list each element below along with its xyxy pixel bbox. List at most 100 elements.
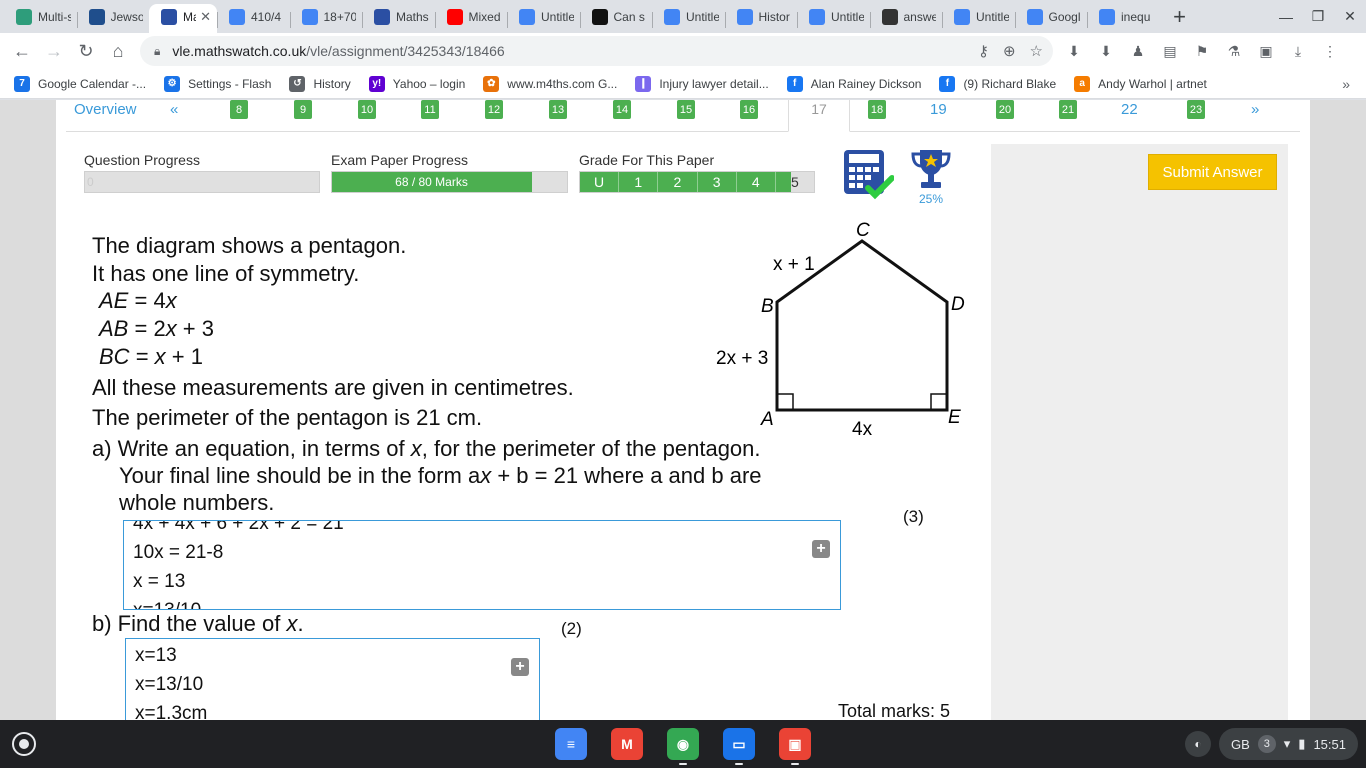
bookmark-item[interactable]: ⚙ Settings - Flash <box>164 75 271 92</box>
bookmark-icon: ❙ <box>635 75 652 92</box>
grade-3: 3 <box>697 172 737 192</box>
question-nav-8[interactable]: 8 <box>230 100 248 119</box>
calculator-icon[interactable] <box>842 148 894 200</box>
browser-tab[interactable]: Ma ✕ <box>149 4 217 33</box>
download-icon[interactable]: ⬇ <box>1094 39 1118 63</box>
question-nav-13[interactable]: 13 <box>549 100 567 119</box>
browser-tab[interactable]: Can s <box>579 4 653 33</box>
bookmark-item[interactable]: f (9) Richard Blake <box>939 75 1056 92</box>
key-icon[interactable]: ⚷ <box>978 42 989 60</box>
prev-link[interactable]: « <box>170 100 178 119</box>
bookmark-item[interactable]: y! Yahoo – login <box>368 75 465 92</box>
bookmark-item[interactable]: a Andy Warhol | artnet <box>1074 75 1207 92</box>
answer-a-field[interactable]: 4x + 4x + 6 + 2x + 2 = 21 10x = 21-8 x = 1… <box>123 520 841 610</box>
browser-tab[interactable]: inequ <box>1087 4 1160 33</box>
browser-tab[interactable]: Untitle <box>942 4 1015 33</box>
tab-title: Can s <box>613 9 645 24</box>
flask-icon[interactable]: ⚗ <box>1222 39 1246 63</box>
ab-value: = 2 <box>134 316 166 341</box>
browser-tab[interactable]: Maths <box>362 4 435 33</box>
browser-tab[interactable]: Jewso <box>76 4 150 33</box>
answer-b-field[interactable]: x=13 x=13/10 x=1.3cm + <box>125 638 540 720</box>
bookmark-item[interactable]: ↺ History <box>289 75 351 92</box>
browser-toolbar: ← → ↻ ⌂ 🔒︎ vle.mathswatch.co.uk/vle/assi… <box>0 33 1366 69</box>
gallery-app-icon[interactable]: ▣ <box>779 728 811 760</box>
accessibility-icon[interactable]: ◐ <box>1184 731 1211 757</box>
chevron-right-icon[interactable]: » <box>1342 76 1350 92</box>
extension-icon[interactable]: ⚑ <box>1190 39 1214 63</box>
minimize-icon[interactable]: — <box>1270 0 1302 33</box>
browser-tab[interactable]: Untitle <box>652 4 725 33</box>
question-nav-19[interactable]: 19 <box>930 100 947 119</box>
question-nav-18[interactable]: 18 <box>868 100 886 119</box>
question-nav-14[interactable]: 14 <box>613 100 631 119</box>
chrome-app-icon[interactable]: ◉ <box>667 728 699 760</box>
teams-icon[interactable]: ♟ <box>1126 39 1150 63</box>
question-nav-22[interactable]: 22 <box>1121 100 1138 119</box>
bookmark-item[interactable]: 7 Google Calendar -... <box>14 75 146 92</box>
next-link[interactable]: » <box>1251 100 1259 119</box>
home-icon[interactable]: ⌂ <box>102 35 134 67</box>
expand-icon[interactable]: + <box>511 658 529 676</box>
star-icon[interactable]: ☆ <box>1030 42 1043 60</box>
close-tab-icon[interactable]: ✕ <box>200 9 211 25</box>
question-nav-10[interactable]: 10 <box>358 100 376 119</box>
maximize-icon[interactable]: ❐ <box>1302 0 1334 33</box>
question-nav-17[interactable]: 17 <box>788 100 850 132</box>
zoom-icon[interactable]: ⊕ <box>1003 42 1016 60</box>
browser-tab[interactable]: 410/4 <box>217 4 290 33</box>
overview-link[interactable]: Overview <box>74 100 137 119</box>
menu-icon[interactable]: ⋮ <box>1318 39 1342 63</box>
system-tray[interactable]: ◐ GB 3 ▾ ▮ 15:51 <box>1184 728 1358 760</box>
question-nav-16[interactable]: 16 <box>740 100 758 119</box>
bookmark-item[interactable]: ✿ www.m4ths.com G... <box>483 75 617 92</box>
extension-icon[interactable]: ▤ <box>1158 39 1182 63</box>
google-icon <box>1099 8 1115 25</box>
address-bar[interactable]: 🔒︎ vle.mathswatch.co.uk/vle/assignment/3… <box>140 36 1053 66</box>
question-nav-12[interactable]: 12 <box>485 100 503 119</box>
ae-label: AE <box>99 288 129 313</box>
download-icon[interactable]: ⬇ <box>1062 39 1086 63</box>
os-shelf: ≡ M ◉ ▭ ▣ ◐ GB 3 ▾ ▮ 15:51 <box>0 720 1366 768</box>
label-bc: x + 1 <box>773 254 815 275</box>
close-window-icon[interactable]: ✕ <box>1334 0 1366 33</box>
new-tab-button[interactable]: + <box>1160 4 1200 33</box>
question-nav-9[interactable]: 9 <box>294 100 312 119</box>
back-icon[interactable]: ← <box>6 35 38 67</box>
running-indicator <box>791 763 799 765</box>
docs-icon <box>1026 8 1043 25</box>
ab-label: AB <box>99 316 129 341</box>
question-nav-20[interactable]: 20 <box>996 100 1014 119</box>
question-nav-23[interactable]: 23 <box>1187 100 1205 119</box>
reload-icon[interactable]: ↻ <box>70 35 102 67</box>
browser-tab[interactable]: Untitle <box>797 4 870 33</box>
assignment-page: Overview « » 8 9 10 11 12 13 14 15 16 17 18 19 20 21 2… <box>56 100 1310 720</box>
lock-icon[interactable]: 🔒︎ <box>154 44 160 59</box>
files-app-icon[interactable]: ▭ <box>723 728 755 760</box>
browser-tab[interactable]: Untitle <box>507 4 580 33</box>
browser-tab[interactable]: Googl <box>1014 4 1088 33</box>
trophy-icon[interactable] <box>908 146 954 192</box>
expand-icon[interactable]: + <box>812 540 830 558</box>
docs-app-icon[interactable]: ≡ <box>555 728 587 760</box>
browser-tab[interactable]: Multi-s <box>4 4 77 33</box>
running-indicator <box>679 763 687 765</box>
browser-tab[interactable]: 18+70 <box>289 4 363 33</box>
downloads-icon[interactable]: ⤓ <box>1286 39 1310 63</box>
launcher-icon[interactable] <box>12 732 36 756</box>
submit-answer-button[interactable]: Submit Answer <box>1148 154 1277 190</box>
answer-line: x = 13 <box>133 571 186 592</box>
forward-icon[interactable]: → <box>38 35 70 67</box>
vertex-b: B <box>761 296 774 317</box>
question-nav-21[interactable]: 21 <box>1059 100 1077 119</box>
bookmark-item[interactable]: f Alan Rainey Dickson <box>786 75 921 92</box>
bookmark-item[interactable]: ❙ Injury lawyer detail... <box>635 75 769 92</box>
browser-tab[interactable]: answe <box>869 4 943 33</box>
status-area[interactable]: GB 3 ▾ ▮ 15:51 <box>1218 728 1358 760</box>
gmail-app-icon[interactable]: M <box>611 728 643 760</box>
extension-icon[interactable]: ▣ <box>1254 39 1278 63</box>
question-nav-15[interactable]: 15 <box>677 100 695 119</box>
browser-tab[interactable]: Histor <box>724 4 798 33</box>
question-nav-11[interactable]: 11 <box>421 100 439 119</box>
browser-tab[interactable]: Mixed <box>434 4 508 33</box>
